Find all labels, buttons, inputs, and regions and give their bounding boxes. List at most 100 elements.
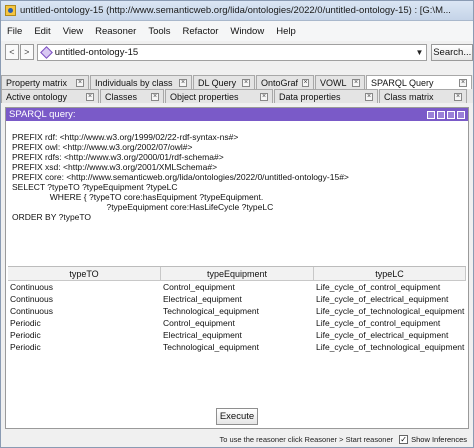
close-icon[interactable]: × <box>86 92 94 101</box>
tab-class-matrix[interactable]: Class matrix × <box>379 89 467 103</box>
table-row[interactable]: Continuous Technological_equipment Life_… <box>8 305 466 317</box>
tab-label: Property matrix <box>6 77 68 88</box>
view-header: SPARQL query: <box>6 108 468 121</box>
menu-file[interactable]: File <box>1 26 28 37</box>
view-title: SPARQL query: <box>9 109 76 120</box>
menu-reasoner[interactable]: Reasoner <box>89 26 142 37</box>
query-line: ?typeEquipment core:HasLifeCycle ?typeLC <box>12 202 274 212</box>
close-icon[interactable]: × <box>352 78 360 87</box>
tab-label: SPARQL Query <box>371 77 434 88</box>
view-controls <box>425 110 465 119</box>
query-line: PREFIX xsd: <http://www.w3.org/2001/XMLS… <box>12 162 218 172</box>
cell-typeequipment: Electrical_equipment <box>163 294 242 304</box>
ontology-address-bar: < > untitled-ontology-15 ▼ Search... <box>1 41 474 63</box>
cell-typeto: Periodic <box>10 318 41 328</box>
cell-typeequipment: Technological_equipment <box>163 342 259 352</box>
tab-property-matrix[interactable]: Property matrix × <box>1 75 89 89</box>
column-header-typeto[interactable]: typeTO <box>8 267 161 280</box>
protege-window: untitled-ontology-15 (http://www.semanti… <box>0 0 474 448</box>
query-line: PREFIX owl: <http://www.w3.org/2002/07/o… <box>12 142 193 152</box>
cell-typeequipment: Electrical_equipment <box>163 330 242 340</box>
tab-label: Data properties <box>279 91 341 102</box>
maximize-view-icon[interactable] <box>437 110 445 119</box>
ontology-name: untitled-ontology-15 <box>54 46 139 58</box>
cell-typeequipment: Technological_equipment <box>163 306 259 316</box>
cell-typeto: Continuous <box>10 294 54 304</box>
table-row[interactable]: Continuous Electrical_equipment Life_cyc… <box>8 293 466 305</box>
close-icon[interactable]: × <box>459 78 467 87</box>
tab-individuals-by-class[interactable]: Individuals by class × <box>90 75 192 89</box>
cell-typelc: Life_cycle_of_technological_equipment <box>316 342 465 352</box>
query-line: WHERE { ?typeTO core:hasEquipment ?typeE… <box>12 192 264 202</box>
reasoner-hint: To use the reasoner click Reasoner > Sta… <box>219 434 394 444</box>
app-logo-icon <box>5 5 16 16</box>
tab-row-bottom: Active ontology × Classes × Object prope… <box>1 89 473 103</box>
cell-typeequipment: Control_equipment <box>163 282 235 292</box>
float-view-icon[interactable] <box>447 110 455 119</box>
close-view-icon[interactable] <box>457 110 465 119</box>
show-inferences-checkbox[interactable]: ✓ <box>399 434 409 444</box>
tab-label: DL Query <box>198 77 237 88</box>
cell-typeto: Periodic <box>10 330 41 340</box>
menu-refactor[interactable]: Refactor <box>177 26 225 37</box>
tab-dl-query[interactable]: DL Query × <box>193 75 255 89</box>
close-icon[interactable]: × <box>179 78 187 87</box>
cell-typelc: Life_cycle_of_electrical_equipment <box>316 330 449 340</box>
tab-ontograf[interactable]: OntoGraf × <box>256 75 314 89</box>
sparql-query-editor[interactable]: PREFIX rdf: <http://www.w3.org/1999/02/2… <box>8 124 466 264</box>
show-inferences-label: Show Inferences <box>411 434 467 444</box>
menu-view[interactable]: View <box>57 26 89 37</box>
tab-label: Class matrix <box>384 91 434 102</box>
cell-typelc: Life_cycle_of_technological_equipment <box>316 306 465 316</box>
close-icon[interactable]: × <box>454 92 462 101</box>
title-bar[interactable]: untitled-ontology-15 (http://www.semanti… <box>1 1 473 21</box>
chevron-down-icon[interactable]: ▼ <box>416 48 424 57</box>
cell-typeto: Periodic <box>10 342 41 352</box>
close-icon[interactable]: × <box>302 78 309 87</box>
execute-area: Execute <box>6 408 468 426</box>
ontology-diamond-icon <box>39 45 53 59</box>
cell-typeequipment: Control_equipment <box>163 318 235 328</box>
tab-label: VOWL <box>320 77 347 88</box>
tab-sparql-query[interactable]: SPARQL Query × <box>366 75 472 89</box>
cell-typeto: Continuous <box>10 306 54 316</box>
tab-label: Individuals by class <box>95 77 173 88</box>
cell-typeto: Continuous <box>10 282 54 292</box>
table-row[interactable]: Periodic Technological_equipment Life_cy… <box>8 341 466 353</box>
menu-edit[interactable]: Edit <box>28 26 56 37</box>
menu-tools[interactable]: Tools <box>142 26 176 37</box>
tab-label: Active ontology <box>6 91 68 102</box>
table-row[interactable]: Continuous Control_equipment Life_cycle_… <box>8 281 466 293</box>
tab-label: OntoGraf <box>261 77 299 88</box>
ontology-selector[interactable]: untitled-ontology-15 ▼ <box>36 43 428 61</box>
close-icon[interactable]: × <box>260 92 268 101</box>
status-bar: To use the reasoner click Reasoner > Sta… <box>1 431 473 447</box>
tab-classes[interactable]: Classes × <box>100 89 164 103</box>
tab-label: Classes <box>105 91 138 102</box>
pin-view-icon[interactable] <box>427 110 435 119</box>
menu-help[interactable]: Help <box>270 26 302 37</box>
execute-button[interactable]: Execute <box>216 408 258 425</box>
close-icon[interactable]: × <box>151 92 159 101</box>
menu-window[interactable]: Window <box>224 26 270 37</box>
search-button[interactable]: Search... <box>431 43 474 61</box>
close-icon[interactable]: × <box>76 78 84 87</box>
query-line: PREFIX rdfs: <http://www.w3.org/2000/01/… <box>12 152 224 162</box>
tab-row-top: Property matrix × Individuals by class ×… <box>1 75 473 89</box>
table-row[interactable]: Periodic Electrical_equipment Life_cycle… <box>8 329 466 341</box>
cell-typelc: Life_cycle_of_control_equipment <box>316 282 441 292</box>
column-header-typeequipment[interactable]: typeEquipment <box>161 267 314 280</box>
tab-vowl[interactable]: VOWL × <box>315 75 365 89</box>
close-icon[interactable]: × <box>242 78 250 87</box>
table-row[interactable]: Periodic Control_equipment Life_cycle_of… <box>8 317 466 329</box>
forward-button[interactable]: > <box>19 44 34 60</box>
tab-data-properties[interactable]: Data properties × <box>274 89 378 103</box>
close-icon[interactable]: × <box>365 92 373 101</box>
query-line: PREFIX core: <http://www.semanticweb.org… <box>12 172 349 182</box>
query-line: ORDER BY ?typeTO <box>12 212 92 222</box>
tab-active-ontology[interactable]: Active ontology × <box>1 89 99 103</box>
menu-bar: File Edit View Reasoner Tools Refactor W… <box>1 21 473 41</box>
tab-object-properties[interactable]: Object properties × <box>165 89 273 103</box>
column-header-typelc[interactable]: typeLC <box>314 267 466 280</box>
back-button[interactable]: < <box>5 44 19 60</box>
